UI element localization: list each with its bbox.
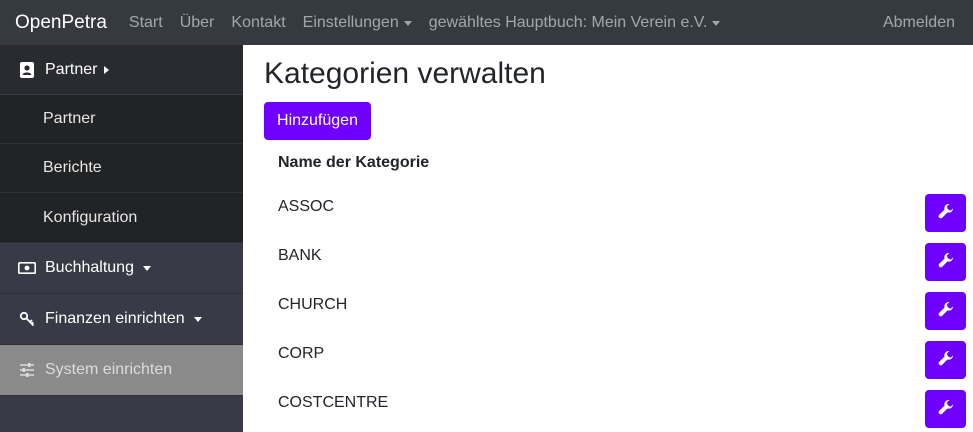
- sliders-icon: [18, 363, 36, 377]
- wrench-icon: [938, 252, 954, 273]
- sidebar-subitem-reports[interactable]: Berichte: [0, 144, 243, 193]
- wrench-icon: [938, 350, 954, 371]
- edit-category-button[interactable]: [925, 292, 966, 330]
- category-name: BANK: [278, 247, 322, 264]
- edit-category-button[interactable]: [925, 341, 966, 379]
- wrench-icon: [938, 203, 954, 224]
- add-category-button[interactable]: Hinzufügen: [264, 102, 371, 140]
- page-title: Kategorien verwalten: [264, 57, 546, 90]
- edit-category-button[interactable]: [925, 194, 966, 232]
- sidebar-subitem-label: Berichte: [43, 159, 102, 176]
- sidebar-subitem-configuration[interactable]: Konfiguration: [0, 193, 243, 243]
- money-bill-icon: [18, 262, 36, 274]
- sidebar: Partner Partner Berichte Konfiguration B…: [0, 45, 243, 432]
- sidebar-item-system-setup[interactable]: System einrichten: [0, 345, 243, 396]
- table-row: CHURCH: [243, 288, 973, 337]
- ledger-dropdown[interactable]: gewähltes Hauptbuch: Mein Verein e.V.: [429, 14, 721, 32]
- sidebar-item-label: Partner: [45, 60, 98, 78]
- top-navbar: OpenPetra Start Über Kontakt Einstellung…: [0, 0, 973, 45]
- wrench-icon: [938, 399, 954, 420]
- settings-dropdown-label: Einstellungen: [302, 13, 399, 31]
- sidebar-item-label: Buchhaltung: [45, 259, 134, 276]
- caret-down-icon: [142, 265, 151, 271]
- table-row: CORP: [243, 337, 973, 386]
- sidebar-subitem-label: Partner: [43, 110, 96, 127]
- category-name: CHURCH: [278, 296, 348, 313]
- table-row: ASSOC: [243, 190, 973, 239]
- sidebar-item-label: System einrichten: [45, 361, 173, 378]
- sidebar-item-accounting[interactable]: Buchhaltung: [0, 243, 243, 294]
- caret-right-icon: [104, 65, 110, 74]
- caret-down-icon: [712, 20, 721, 26]
- edit-category-button[interactable]: [925, 390, 966, 428]
- ledger-dropdown-label: gewähltes Hauptbuch: Mein Verein e.V.: [428, 13, 708, 31]
- sidebar-subitem-partner[interactable]: Partner: [0, 95, 243, 144]
- settings-dropdown[interactable]: Einstellungen: [303, 14, 412, 32]
- sidebar-subitem-label: Konfiguration: [43, 208, 138, 226]
- sidebar-item-partner[interactable]: Partner: [0, 45, 243, 95]
- column-header-category-name: Name der Kategorie: [278, 154, 430, 171]
- logout-link[interactable]: Abmelden: [883, 14, 955, 32]
- nav-link-about[interactable]: Über: [180, 14, 215, 32]
- category-name: CORP: [278, 345, 325, 362]
- address-book-icon: [18, 61, 36, 78]
- wrench-icon: [938, 301, 954, 322]
- main-content: Kategorien verwalten Hinzufügen Name der…: [243, 45, 973, 432]
- category-name: ASSOC: [278, 198, 335, 215]
- key-icon: [18, 311, 36, 327]
- table-row: COSTCENTRE: [243, 386, 973, 432]
- nav-link-start[interactable]: Start: [129, 14, 163, 32]
- caret-down-icon: [193, 316, 202, 322]
- sidebar-item-finance-setup[interactable]: Finanzen einrichten: [0, 294, 243, 345]
- nav-link-contact[interactable]: Kontakt: [231, 14, 285, 32]
- table-row: BANK: [243, 239, 973, 288]
- edit-category-button[interactable]: [925, 243, 966, 281]
- caret-down-icon: [403, 20, 412, 26]
- sidebar-item-label: Finanzen einrichten: [45, 310, 185, 327]
- brand-logo[interactable]: OpenPetra: [15, 12, 107, 34]
- category-name: COSTCENTRE: [278, 394, 389, 411]
